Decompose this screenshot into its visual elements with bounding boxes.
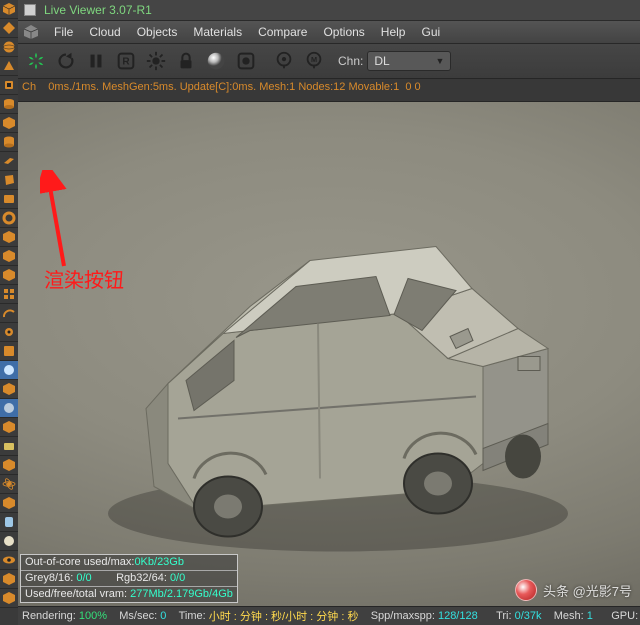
rail-icon-cube8[interactable] bbox=[0, 456, 18, 475]
bb-spp-label: Spp/maxspp: bbox=[371, 610, 438, 622]
rail-icon-plane[interactable] bbox=[0, 152, 18, 171]
menu-gui[interactable]: Gui bbox=[413, 23, 448, 41]
left-icon-rail bbox=[0, 0, 18, 625]
rail-icon-grid[interactable] bbox=[0, 285, 18, 304]
viewport[interactable]: 渲染按钮 头条 @光影7号 bbox=[18, 102, 640, 625]
rail-icon-gear[interactable] bbox=[0, 323, 18, 342]
title-bar: Live Viewer 3.07-R1 bbox=[18, 0, 640, 21]
rail-icon-cubea[interactable] bbox=[0, 570, 18, 589]
bb-gpu-label: GPU: bbox=[611, 610, 638, 622]
menu-options[interactable]: Options bbox=[315, 23, 372, 41]
stat-grey-label: Grey8/16: bbox=[25, 571, 76, 586]
window-box-icon bbox=[24, 4, 36, 16]
rail-icon-tube[interactable] bbox=[0, 95, 18, 114]
bb-tri-label: Tri: bbox=[496, 610, 515, 622]
rail-icon-clear[interactable] bbox=[0, 532, 18, 551]
bb-time-val: 小时 : 分钟 : 秒/小时 : 分钟 : 秒 bbox=[209, 608, 359, 624]
menu-help[interactable]: Help bbox=[373, 23, 414, 41]
stat-rgb-label: Rgb32/64: bbox=[116, 571, 170, 586]
channel-value: DL bbox=[374, 54, 389, 68]
menu-materials[interactable]: Materials bbox=[185, 23, 250, 41]
rail-icon-poly[interactable] bbox=[0, 171, 18, 190]
bb-mssec-label: Ms/sec: bbox=[119, 610, 160, 622]
bb-mesh-label: Mesh: bbox=[554, 610, 587, 622]
bb-tri-val: 0/37k bbox=[515, 610, 542, 622]
rail-icon-chip[interactable] bbox=[0, 76, 18, 95]
rail-icon-atom[interactable] bbox=[0, 475, 18, 494]
material-preview-button[interactable] bbox=[202, 47, 230, 75]
bottom-status-bar: Rendering: 100% Ms/sec: 0 Time: 小时 : 分钟 … bbox=[18, 606, 640, 625]
settings-button[interactable] bbox=[142, 47, 170, 75]
rail-icon-cube2[interactable] bbox=[0, 114, 18, 133]
rail-icon-cube3[interactable] bbox=[0, 228, 18, 247]
rail-icon-box2[interactable] bbox=[0, 342, 18, 361]
bb-time-label: Time: bbox=[179, 610, 209, 622]
toolbar: R M Chn: DL ▼ bbox=[18, 44, 640, 79]
rail-icon-cube4[interactable] bbox=[0, 247, 18, 266]
channel-label: Chn: bbox=[338, 54, 363, 68]
rail-icon-cube5[interactable] bbox=[0, 266, 18, 285]
bb-spp-val: 128/128 bbox=[438, 610, 478, 622]
rail-icon-cubeb[interactable] bbox=[0, 589, 18, 608]
pause-button[interactable] bbox=[82, 47, 110, 75]
stat-grey-val: 0/0 bbox=[76, 571, 91, 586]
bb-render-label: Rendering: bbox=[22, 610, 79, 622]
stat-rgb-val: 0/0 bbox=[170, 571, 185, 586]
stat-ooc-label: Out-of-core used/max: bbox=[25, 555, 134, 570]
rail-icon-cube[interactable] bbox=[0, 0, 18, 19]
pick-material-button[interactable]: M bbox=[300, 47, 328, 75]
app-logo-icon bbox=[22, 23, 40, 41]
rail-icon-sphere[interactable] bbox=[0, 38, 18, 57]
rail-icon-box[interactable] bbox=[0, 190, 18, 209]
bb-render-val: 100% bbox=[79, 610, 107, 622]
stat-ooc-val: 0Kb/23Gb bbox=[134, 555, 184, 570]
pick-focus-button[interactable] bbox=[270, 47, 298, 75]
rail-icon-arc[interactable] bbox=[0, 304, 18, 323]
rail-icon-torus[interactable] bbox=[0, 209, 18, 228]
rail-icon-folder[interactable] bbox=[0, 437, 18, 456]
rail-icon-skyblue[interactable] bbox=[0, 361, 18, 380]
rail-icon-cone[interactable] bbox=[0, 57, 18, 76]
rail-icon-glass[interactable] bbox=[0, 513, 18, 532]
stat-vram-label: Used/free/total vram: bbox=[25, 587, 130, 602]
rail-icon-cyl[interactable] bbox=[0, 133, 18, 152]
render-button[interactable] bbox=[22, 47, 50, 75]
region-button[interactable]: R bbox=[112, 47, 140, 75]
clay-button[interactable] bbox=[232, 47, 260, 75]
render-stats-line: Ch 0ms./1ms. MeshGen:5ms. Update[C]:0ms.… bbox=[18, 79, 640, 102]
menu-file[interactable]: File bbox=[46, 23, 81, 41]
rail-icon-eye[interactable] bbox=[0, 551, 18, 570]
rail-icon-sphere-blue[interactable] bbox=[0, 399, 18, 418]
stat-vram-val: 277Mb/2.179Gb/4Gb bbox=[130, 587, 233, 602]
lock-button[interactable] bbox=[172, 47, 200, 75]
rail-icon-cube9[interactable] bbox=[0, 494, 18, 513]
chevron-down-icon: ▼ bbox=[435, 56, 444, 66]
menu-cloud[interactable]: Cloud bbox=[81, 23, 128, 41]
svg-text:M: M bbox=[311, 55, 317, 64]
car-model bbox=[18, 102, 640, 625]
svg-text:R: R bbox=[122, 57, 130, 68]
rail-icon-cube7[interactable] bbox=[0, 418, 18, 437]
menu-compare[interactable]: Compare bbox=[250, 23, 315, 41]
rail-icon-diamond[interactable] bbox=[0, 19, 18, 38]
refresh-button[interactable] bbox=[52, 47, 80, 75]
menu-objects[interactable]: Objects bbox=[129, 23, 186, 41]
rail-icon-cube6[interactable] bbox=[0, 380, 18, 399]
channel-combo[interactable]: DL ▼ bbox=[367, 51, 451, 71]
window-title: Live Viewer 3.07-R1 bbox=[44, 3, 152, 17]
menu-bar: File Cloud Objects Materials Compare Opt… bbox=[18, 21, 640, 44]
stats-box: Out-of-core used/max: 0Kb/23Gb Grey8/16:… bbox=[20, 554, 238, 603]
